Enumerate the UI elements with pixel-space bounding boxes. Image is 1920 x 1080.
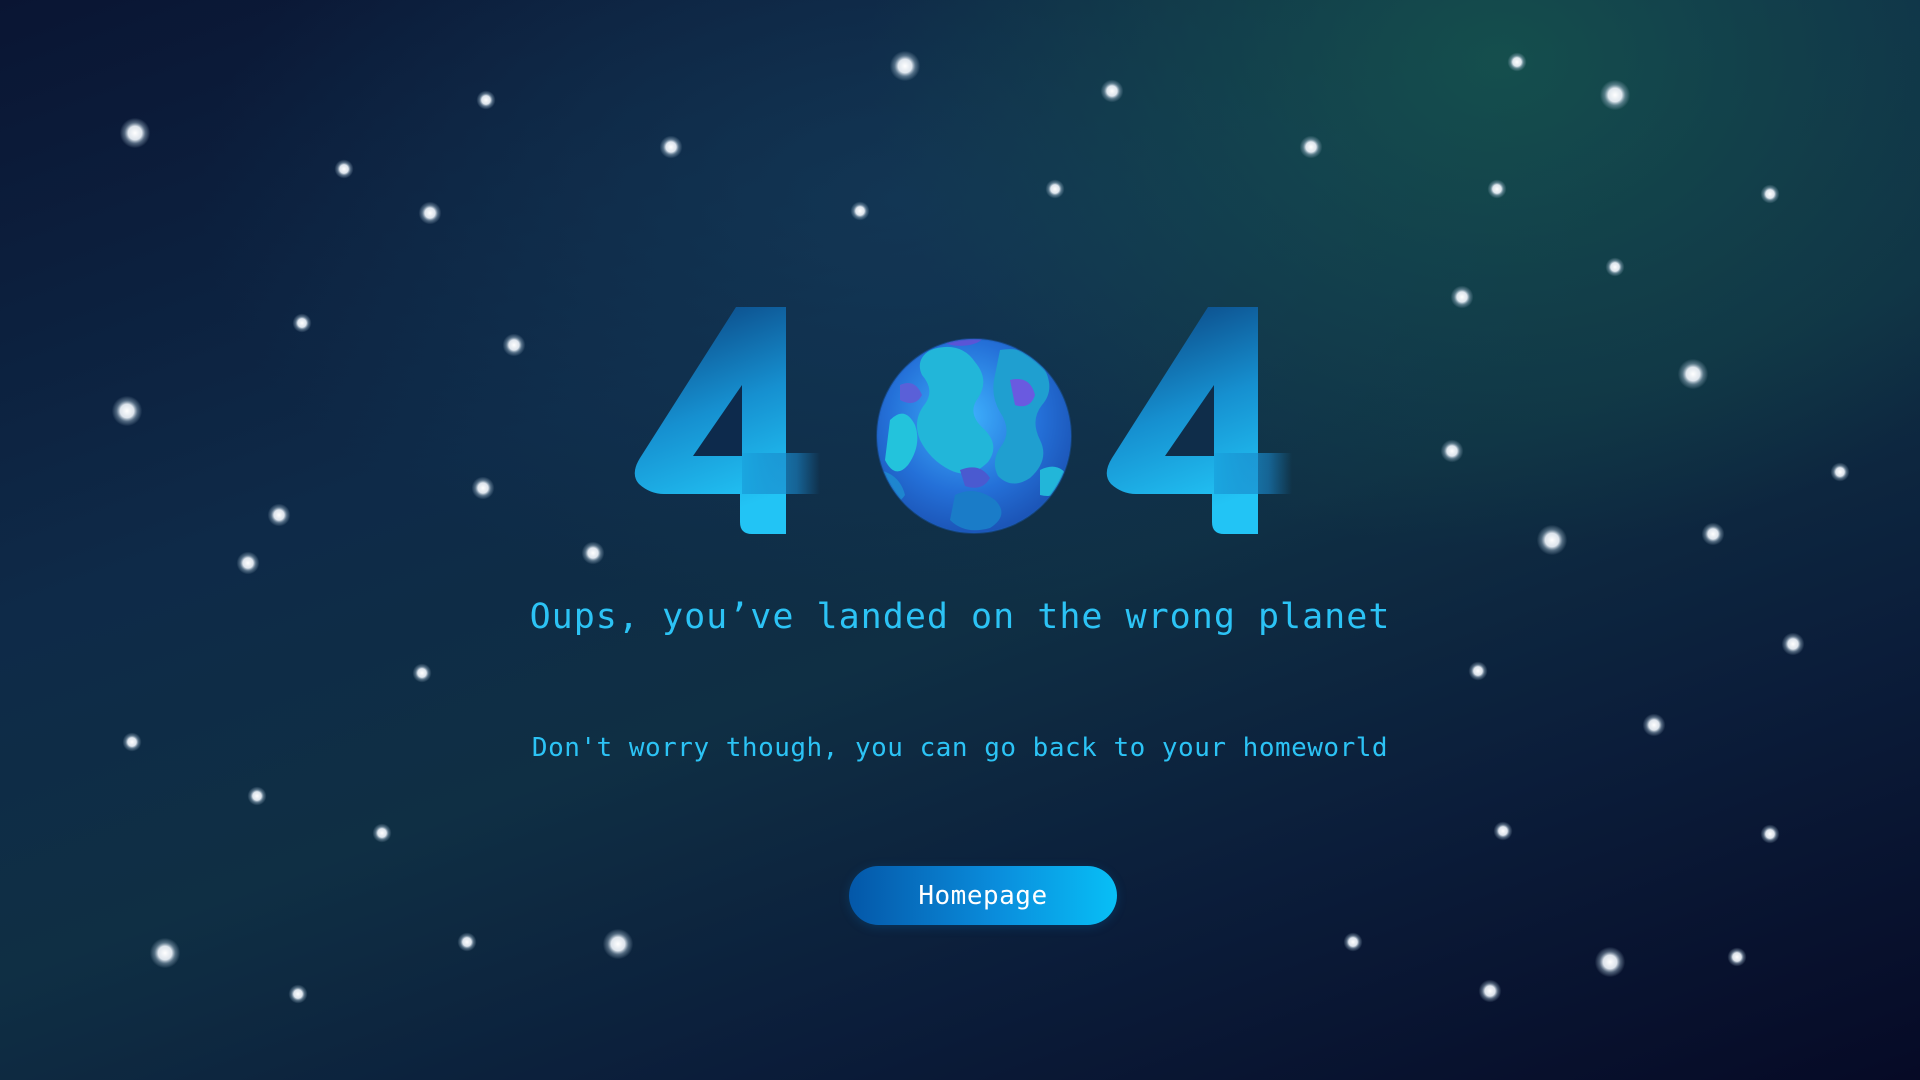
error-subline: Don't worry though, you can go back to y… (531, 733, 1389, 763)
error-page: Oups, you’ve landed on the wrong planet … (0, 0, 1920, 1080)
digit-four-left (634, 307, 820, 534)
planet-earth-icon (876, 338, 1072, 534)
homepage-button[interactable]: Homepage (849, 866, 1117, 925)
digit-four-right (1106, 307, 1292, 534)
error-headline: Oups, you’ve landed on the wrong planet (529, 597, 1391, 637)
